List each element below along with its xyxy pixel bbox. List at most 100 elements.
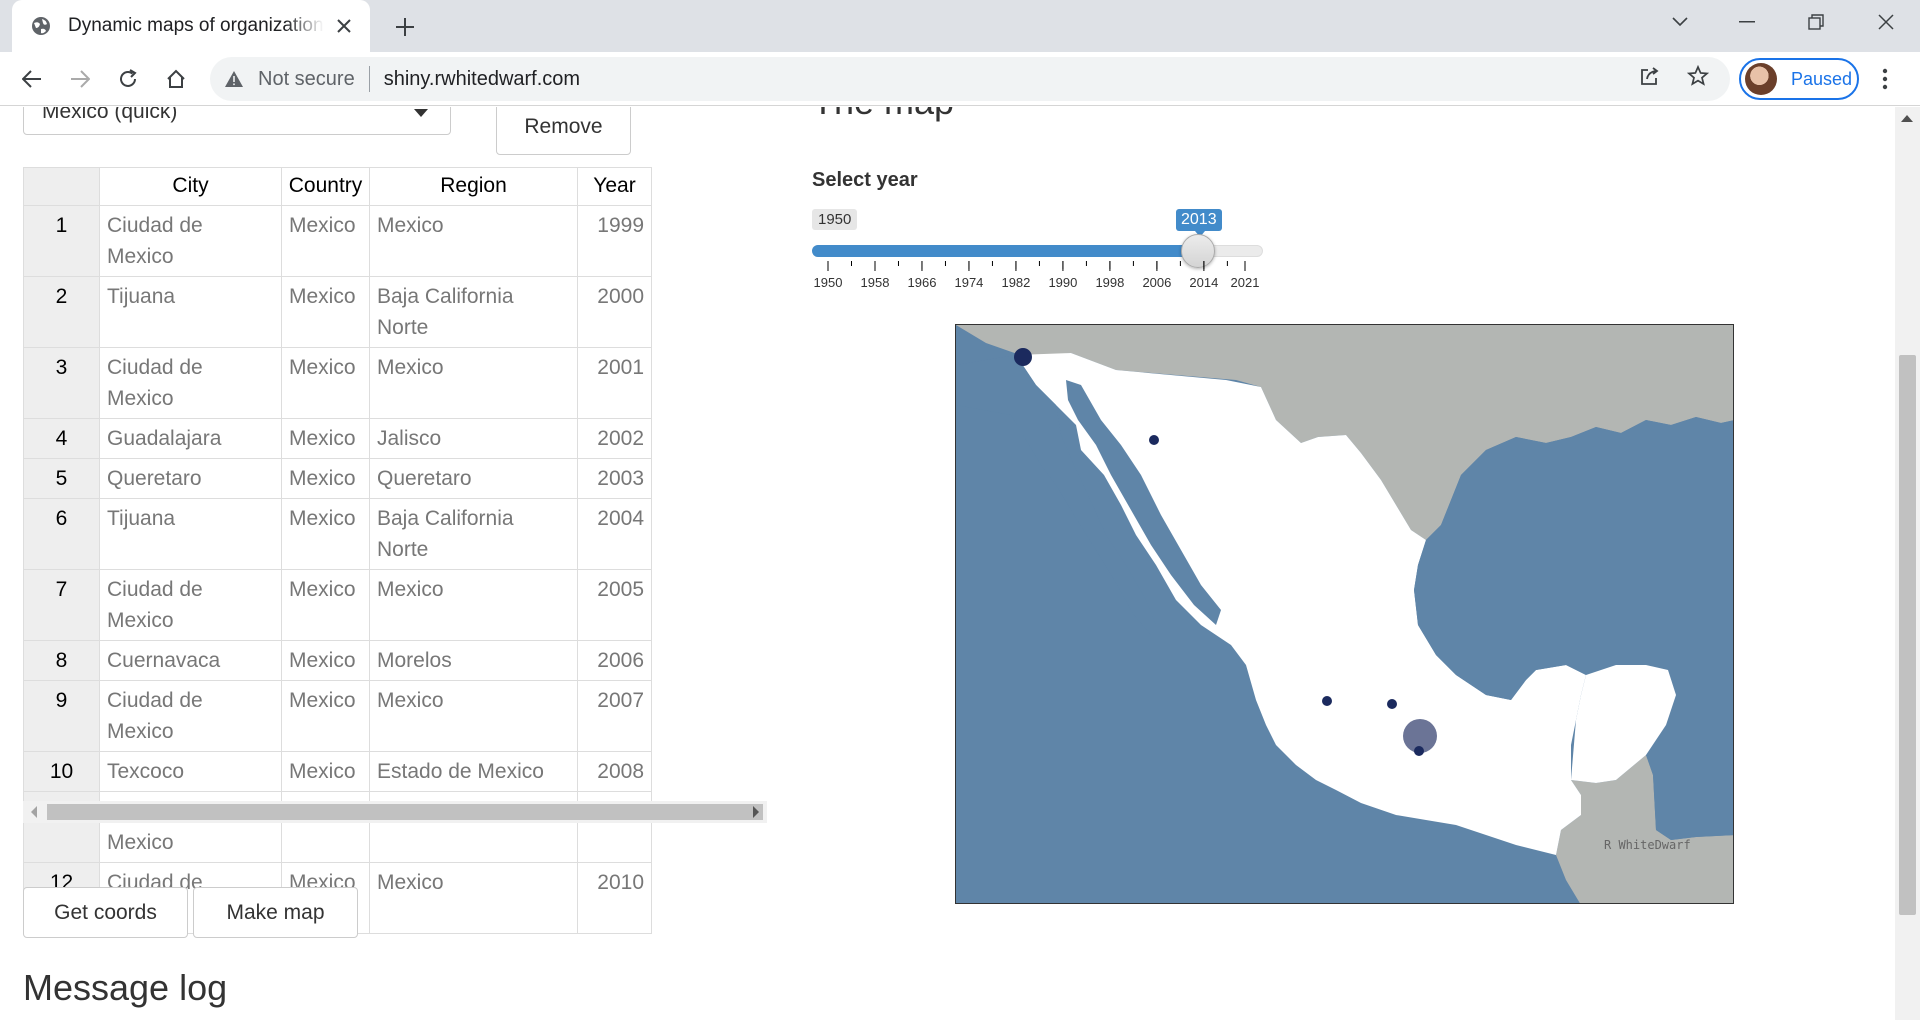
avatar bbox=[1745, 63, 1777, 95]
cell-city: Texcoco bbox=[99, 751, 282, 792]
page-content: Mexico (quick) Remove City Country Regio… bbox=[0, 107, 1895, 1020]
browser-tab[interactable]: Dynamic maps of organizations p bbox=[12, 0, 370, 52]
row-number: 4 bbox=[23, 418, 100, 459]
not-secure-label[interactable]: Not secure bbox=[258, 68, 355, 91]
cell-city: Ciudad de Mexico bbox=[99, 569, 282, 641]
cell-year: 2008 bbox=[577, 751, 652, 792]
cell-country: Mexico bbox=[281, 458, 370, 499]
scroll-left-icon[interactable] bbox=[31, 806, 37, 818]
column-header-city[interactable]: City bbox=[99, 167, 282, 206]
slider-fill bbox=[812, 245, 1200, 257]
scrollbar-thumb[interactable] bbox=[47, 804, 763, 820]
row-number: 9 bbox=[23, 680, 100, 752]
slider-tick-label: 1974 bbox=[954, 275, 983, 290]
row-number: 2 bbox=[23, 276, 100, 348]
table-row[interactable]: 6 Tijuana Mexico Baja California Norte 2004 bbox=[23, 498, 652, 570]
map-point[interactable] bbox=[1322, 696, 1332, 706]
make-map-button[interactable]: Make map bbox=[193, 887, 358, 938]
table-row[interactable]: 5 Queretaro Mexico Queretaro 2003 bbox=[23, 458, 652, 499]
cell-year: 2002 bbox=[577, 418, 652, 459]
cell-city: Ciudad de Mexico bbox=[99, 347, 282, 419]
slider-tick-label: 1958 bbox=[861, 275, 890, 290]
forward-icon[interactable] bbox=[62, 61, 98, 97]
row-number: 3 bbox=[23, 347, 100, 419]
close-window-icon[interactable] bbox=[1858, 0, 1914, 44]
map-panel[interactable]: R WhiteDwarf bbox=[955, 324, 1734, 904]
scroll-right-icon[interactable] bbox=[753, 806, 759, 818]
map-point[interactable] bbox=[1387, 699, 1397, 709]
restore-icon[interactable] bbox=[1788, 0, 1844, 44]
column-header-country[interactable]: Country bbox=[281, 167, 370, 206]
column-header-region[interactable]: Region bbox=[369, 167, 578, 206]
table-horizontal-scrollbar[interactable] bbox=[23, 801, 767, 823]
url-text[interactable]: shiny.rwhitedwarf.com bbox=[384, 68, 580, 91]
table-row[interactable]: 9 Ciudad de Mexico Mexico Mexico 2007 bbox=[23, 680, 652, 752]
dataset-select[interactable]: Mexico (quick) bbox=[23, 107, 451, 135]
map-watermark: R WhiteDwarf bbox=[1604, 838, 1691, 852]
slider-tick-label: 1990 bbox=[1048, 275, 1077, 290]
profile-button[interactable]: Paused bbox=[1739, 58, 1859, 100]
table-row[interactable]: 8 Cuernavaca Mexico Morelos 2006 bbox=[23, 640, 652, 681]
cell-region: Mexico bbox=[369, 347, 578, 419]
table-row[interactable]: 3 Ciudad de Mexico Mexico Mexico 2001 bbox=[23, 347, 652, 419]
row-number: 10 bbox=[23, 751, 100, 792]
cell-year: 2007 bbox=[577, 680, 652, 752]
cell-region: Morelos bbox=[369, 640, 578, 681]
slider-tick-label: 2006 bbox=[1142, 275, 1171, 290]
row-number: 6 bbox=[23, 498, 100, 570]
tab-title: Dynamic maps of organizations p bbox=[68, 15, 324, 36]
reload-icon[interactable] bbox=[110, 61, 146, 97]
slider-tick-label: 1966 bbox=[908, 275, 937, 290]
table-row[interactable]: 4 Guadalajara Mexico Jalisco 2002 bbox=[23, 418, 652, 459]
table-row[interactable]: 1 Ciudad de Mexico Mexico Mexico 1999 bbox=[23, 205, 652, 277]
warning-icon bbox=[225, 71, 243, 87]
map-point[interactable] bbox=[1414, 746, 1424, 756]
page-scrollbar[interactable] bbox=[1895, 107, 1920, 1020]
slider-ticks: 1950 1958 1966 1974 1982 1990 1998 2006 2014 2021 bbox=[814, 261, 1259, 290]
remove-button[interactable]: Remove bbox=[496, 107, 631, 155]
table-row[interactable]: 7 Ciudad de Mexico Mexico Mexico 2005 bbox=[23, 569, 652, 641]
cell-year: 2005 bbox=[577, 569, 652, 641]
minimize-icon[interactable] bbox=[1719, 0, 1775, 44]
bookmark-star-icon[interactable] bbox=[1684, 62, 1712, 90]
new-tab-icon[interactable] bbox=[390, 12, 420, 42]
cell-city: Queretaro bbox=[99, 458, 282, 499]
address-bar[interactable]: Not secure shiny.rwhitedwarf.com bbox=[210, 57, 1730, 101]
cell-country: Mexico bbox=[281, 640, 370, 681]
table-row[interactable]: 10 Texcoco Mexico Estado de Mexico 2008 bbox=[23, 751, 652, 792]
share-icon[interactable] bbox=[1636, 62, 1664, 90]
cell-year: 2006 bbox=[577, 640, 652, 681]
home-icon[interactable] bbox=[158, 61, 194, 97]
scroll-up-icon[interactable] bbox=[1901, 115, 1913, 122]
row-number: 1 bbox=[23, 205, 100, 277]
cell-region: Mexico bbox=[369, 205, 578, 277]
slider-min-label: 1950 bbox=[812, 209, 858, 230]
slider-tick-label: 1950 bbox=[814, 275, 843, 290]
row-number: 5 bbox=[23, 458, 100, 499]
cell-region: Estado de Mexico bbox=[369, 751, 578, 792]
back-icon[interactable] bbox=[14, 61, 50, 97]
map-point[interactable] bbox=[1014, 348, 1032, 366]
cell-region: Mexico bbox=[369, 680, 578, 752]
table-row[interactable]: 2 Tijuana Mexico Baja California Norte 2000 bbox=[23, 276, 652, 348]
chevron-down-icon bbox=[414, 109, 428, 117]
map-point[interactable] bbox=[1149, 435, 1159, 445]
cell-city: Guadalajara bbox=[99, 418, 282, 459]
tab-search-icon[interactable] bbox=[1652, 0, 1708, 44]
page-scrollbar-thumb[interactable] bbox=[1899, 355, 1916, 915]
cell-year: 2001 bbox=[577, 347, 652, 419]
more-menu-icon[interactable] bbox=[1870, 64, 1900, 94]
row-number-header bbox=[23, 167, 100, 206]
get-coords-button[interactable]: Get coords bbox=[23, 887, 188, 938]
map-heading: The map bbox=[812, 107, 954, 123]
slider-value-label: 2013 bbox=[1176, 209, 1222, 237]
cell-country: Mexico bbox=[281, 751, 370, 792]
cell-year: 2010 bbox=[577, 862, 652, 934]
dataset-select-value: Mexico (quick) bbox=[42, 107, 178, 123]
year-slider[interactable]: 1950 2013 1950 1958 1966 1974 1982 1990 1998 20… bbox=[812, 203, 1264, 293]
close-tab-icon[interactable] bbox=[332, 14, 356, 38]
slider-tick-label: 1998 bbox=[1095, 275, 1124, 290]
cell-region: Baja California Norte bbox=[369, 276, 578, 348]
column-header-year[interactable]: Year bbox=[577, 167, 652, 206]
cell-city: Tijuana bbox=[99, 276, 282, 348]
